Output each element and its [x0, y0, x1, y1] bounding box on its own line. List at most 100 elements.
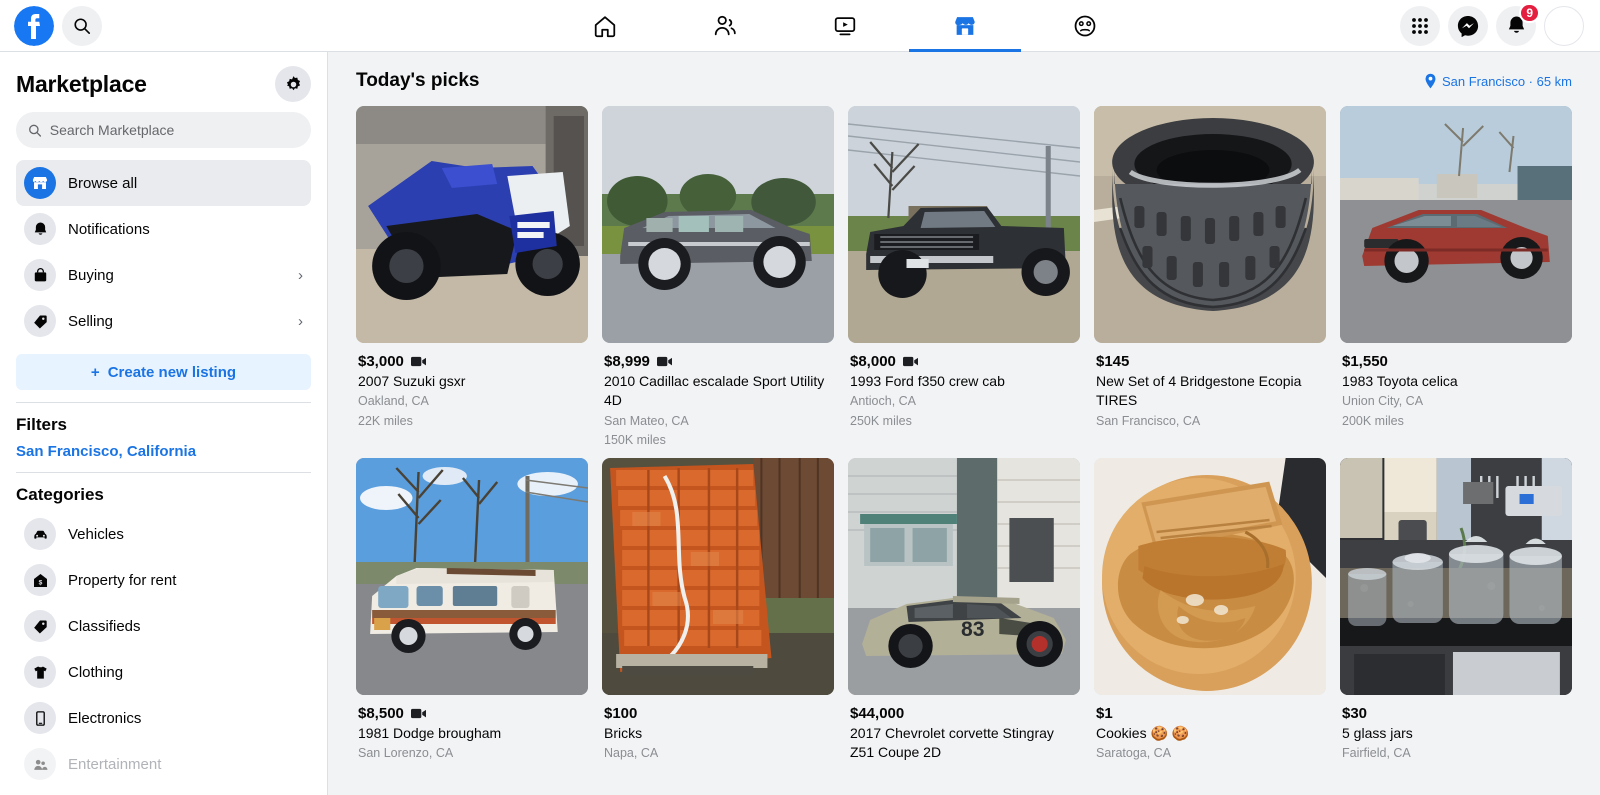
- sidebar-divider-2: [16, 472, 311, 473]
- filters-heading: Filters: [16, 415, 68, 434]
- house-rent-icon: $: [24, 564, 56, 596]
- listing-title: 5 glass jars: [1342, 725, 1413, 742]
- listing-card[interactable]: $8,500 1981 Dodge brougham San Lorenzo, …: [356, 458, 588, 763]
- sidebar-item-entertainment[interactable]: Entertainment: [16, 741, 311, 787]
- main-nav-tabs: [330, 0, 1360, 52]
- listing-info: $30 5 glass jars Fairfield, CA: [1340, 695, 1572, 763]
- listing-thumbnail[interactable]: [1340, 106, 1572, 343]
- bell-icon: [24, 213, 56, 245]
- nav-tab-home[interactable]: [549, 0, 661, 52]
- listing-info: $145 New Set of 4 Bridgestone Ecopia TIR…: [1094, 343, 1326, 430]
- notifications-button[interactable]: 9: [1496, 2, 1540, 46]
- search-icon: [74, 17, 91, 34]
- sidebar-item-label: Selling: [68, 312, 114, 330]
- topbar-left-group: [0, 5, 330, 46]
- apps-menu-button[interactable]: [1400, 5, 1440, 46]
- search-input[interactable]: [49, 122, 299, 138]
- listing-title: Bricks: [604, 725, 643, 742]
- sidebar-item-property-for-rent[interactable]: $ Property for rent: [16, 557, 311, 603]
- sidebar-item-label: Property for rent: [68, 571, 177, 589]
- video-camera-icon: [902, 356, 918, 367]
- messenger-icon: [1457, 15, 1479, 37]
- svg-text:83: 83: [961, 618, 985, 641]
- sidebar-item-label: Clothing: [68, 663, 124, 681]
- listing-price-row: $8,999: [604, 353, 832, 370]
- sidebar-item-classifieds[interactable]: Classifieds: [16, 603, 311, 649]
- listing-thumbnail[interactable]: [602, 458, 834, 696]
- listing-thumbnail[interactable]: [356, 458, 588, 696]
- listing-card[interactable]: $100 Bricks Napa, CA: [602, 458, 834, 763]
- tag-icon: [24, 610, 56, 642]
- listing-card[interactable]: $145 New Set of 4 Bridgestone Ecopia TIR…: [1094, 106, 1326, 450]
- marketplace-icon: [955, 16, 975, 35]
- topbar-right-group: 9: [1360, 2, 1600, 46]
- facebook-logo[interactable]: [14, 5, 54, 46]
- sidebar-item-label: Buying: [68, 266, 114, 284]
- plus-icon: +: [90, 363, 100, 381]
- filter-location-link[interactable]: San Francisco, California: [16, 443, 311, 460]
- tires-photo: [1094, 106, 1326, 343]
- marketplace-main-content: Today's picks San Francisco · 65 km $3,0…: [328, 52, 1600, 795]
- celica-photo: [1340, 106, 1572, 343]
- listing-thumbnail[interactable]: [848, 106, 1080, 343]
- listing-thumbnail[interactable]: [356, 106, 588, 343]
- listing-card[interactable]: $1,550 1983 Toyota celica Union City, CA…: [1340, 106, 1572, 450]
- nav-tab-friends[interactable]: [669, 0, 781, 52]
- sidebar-item-browse-all[interactable]: Browse all: [16, 160, 311, 206]
- sidebar-item-selling[interactable]: Selling ›: [16, 298, 311, 344]
- store-icon: [24, 167, 56, 199]
- listing-location: San Mateo, CA: [604, 413, 689, 428]
- video-camera-icon: [656, 356, 672, 367]
- sidebar-item-clothing[interactable]: Clothing: [16, 649, 311, 695]
- listing-price: $30: [1342, 705, 1368, 723]
- global-search-button[interactable]: [62, 5, 102, 46]
- listing-thumbnail[interactable]: 83: [848, 458, 1080, 696]
- nav-tab-gaming[interactable]: [1029, 0, 1141, 52]
- marketplace-settings-button[interactable]: [275, 66, 311, 102]
- listing-price: $8,000: [850, 353, 896, 370]
- profile-avatar[interactable]: [1544, 5, 1584, 46]
- listing-card[interactable]: $8,999 2010 Cadillac escalade Sport Util…: [602, 106, 834, 450]
- messenger-button[interactable]: [1448, 5, 1488, 46]
- page-title: Marketplace: [16, 70, 147, 97]
- gaming-icon: [1074, 15, 1096, 36]
- listing-mileage: 150K miles: [604, 433, 666, 448]
- listing-thumbnail[interactable]: [1094, 458, 1326, 696]
- listing-card[interactable]: $30 5 glass jars Fairfield, CA: [1340, 458, 1572, 763]
- sidebar-item-buying[interactable]: Buying ›: [16, 252, 311, 298]
- listing-card[interactable]: $1 Cookies 🍪 🍪 Saratoga, CA: [1094, 458, 1326, 763]
- nav-tab-watch[interactable]: [789, 0, 901, 52]
- truck-photo: [848, 106, 1080, 343]
- location-filter[interactable]: San Francisco · 65 km: [1424, 73, 1572, 89]
- create-new-listing-button[interactable]: + Create new listing: [16, 354, 311, 390]
- categories-heading: Categories: [16, 485, 104, 504]
- listing-card[interactable]: 83 $44,000 2017 Chevrolet corvette Sting…: [848, 458, 1080, 763]
- listing-thumbnail[interactable]: [1094, 106, 1326, 343]
- sidebar-item-label: Notifications: [68, 220, 150, 238]
- sidebar-divider-1: [16, 402, 311, 403]
- listing-price: $100: [604, 705, 638, 723]
- nav-tab-marketplace[interactable]: [909, 0, 1021, 52]
- sidebar-item-electronics[interactable]: Electronics: [16, 695, 311, 741]
- listing-card[interactable]: $3,000 2007 Suzuki gsxr Oakland, CA 22K …: [356, 106, 588, 450]
- listing-price-row: $30: [1342, 705, 1570, 722]
- listing-title: New Set of 4 Bridgestone Ecopia TIRES: [1096, 373, 1302, 409]
- tag-icon: [24, 305, 56, 337]
- listing-mileage: 22K miles: [358, 414, 413, 429]
- sidebar-item-label: Browse all: [68, 174, 138, 192]
- listing-thumbnail[interactable]: [1340, 458, 1572, 696]
- listing-mileage: 200K miles: [1342, 414, 1404, 429]
- listing-card[interactable]: $8,000 1993 Ford f350 crew cab Antioch, …: [848, 106, 1080, 450]
- sidebar-item-notifications[interactable]: Notifications: [16, 206, 311, 252]
- listing-title: 2007 Suzuki gsxr: [358, 373, 466, 389]
- video-camera-icon: [410, 708, 426, 719]
- top-navigation-bar: 9: [0, 0, 1600, 52]
- video-camera-icon: [410, 356, 426, 367]
- listing-price-row: $100: [604, 705, 832, 722]
- cookies-photo: [1094, 458, 1326, 696]
- sidebar-item-vehicles[interactable]: Vehicles: [16, 511, 311, 557]
- marketplace-search-box[interactable]: [16, 112, 311, 148]
- listing-thumbnail[interactable]: [602, 106, 834, 343]
- bricks-photo: [602, 458, 834, 696]
- listing-location: Fairfield, CA: [1342, 746, 1411, 761]
